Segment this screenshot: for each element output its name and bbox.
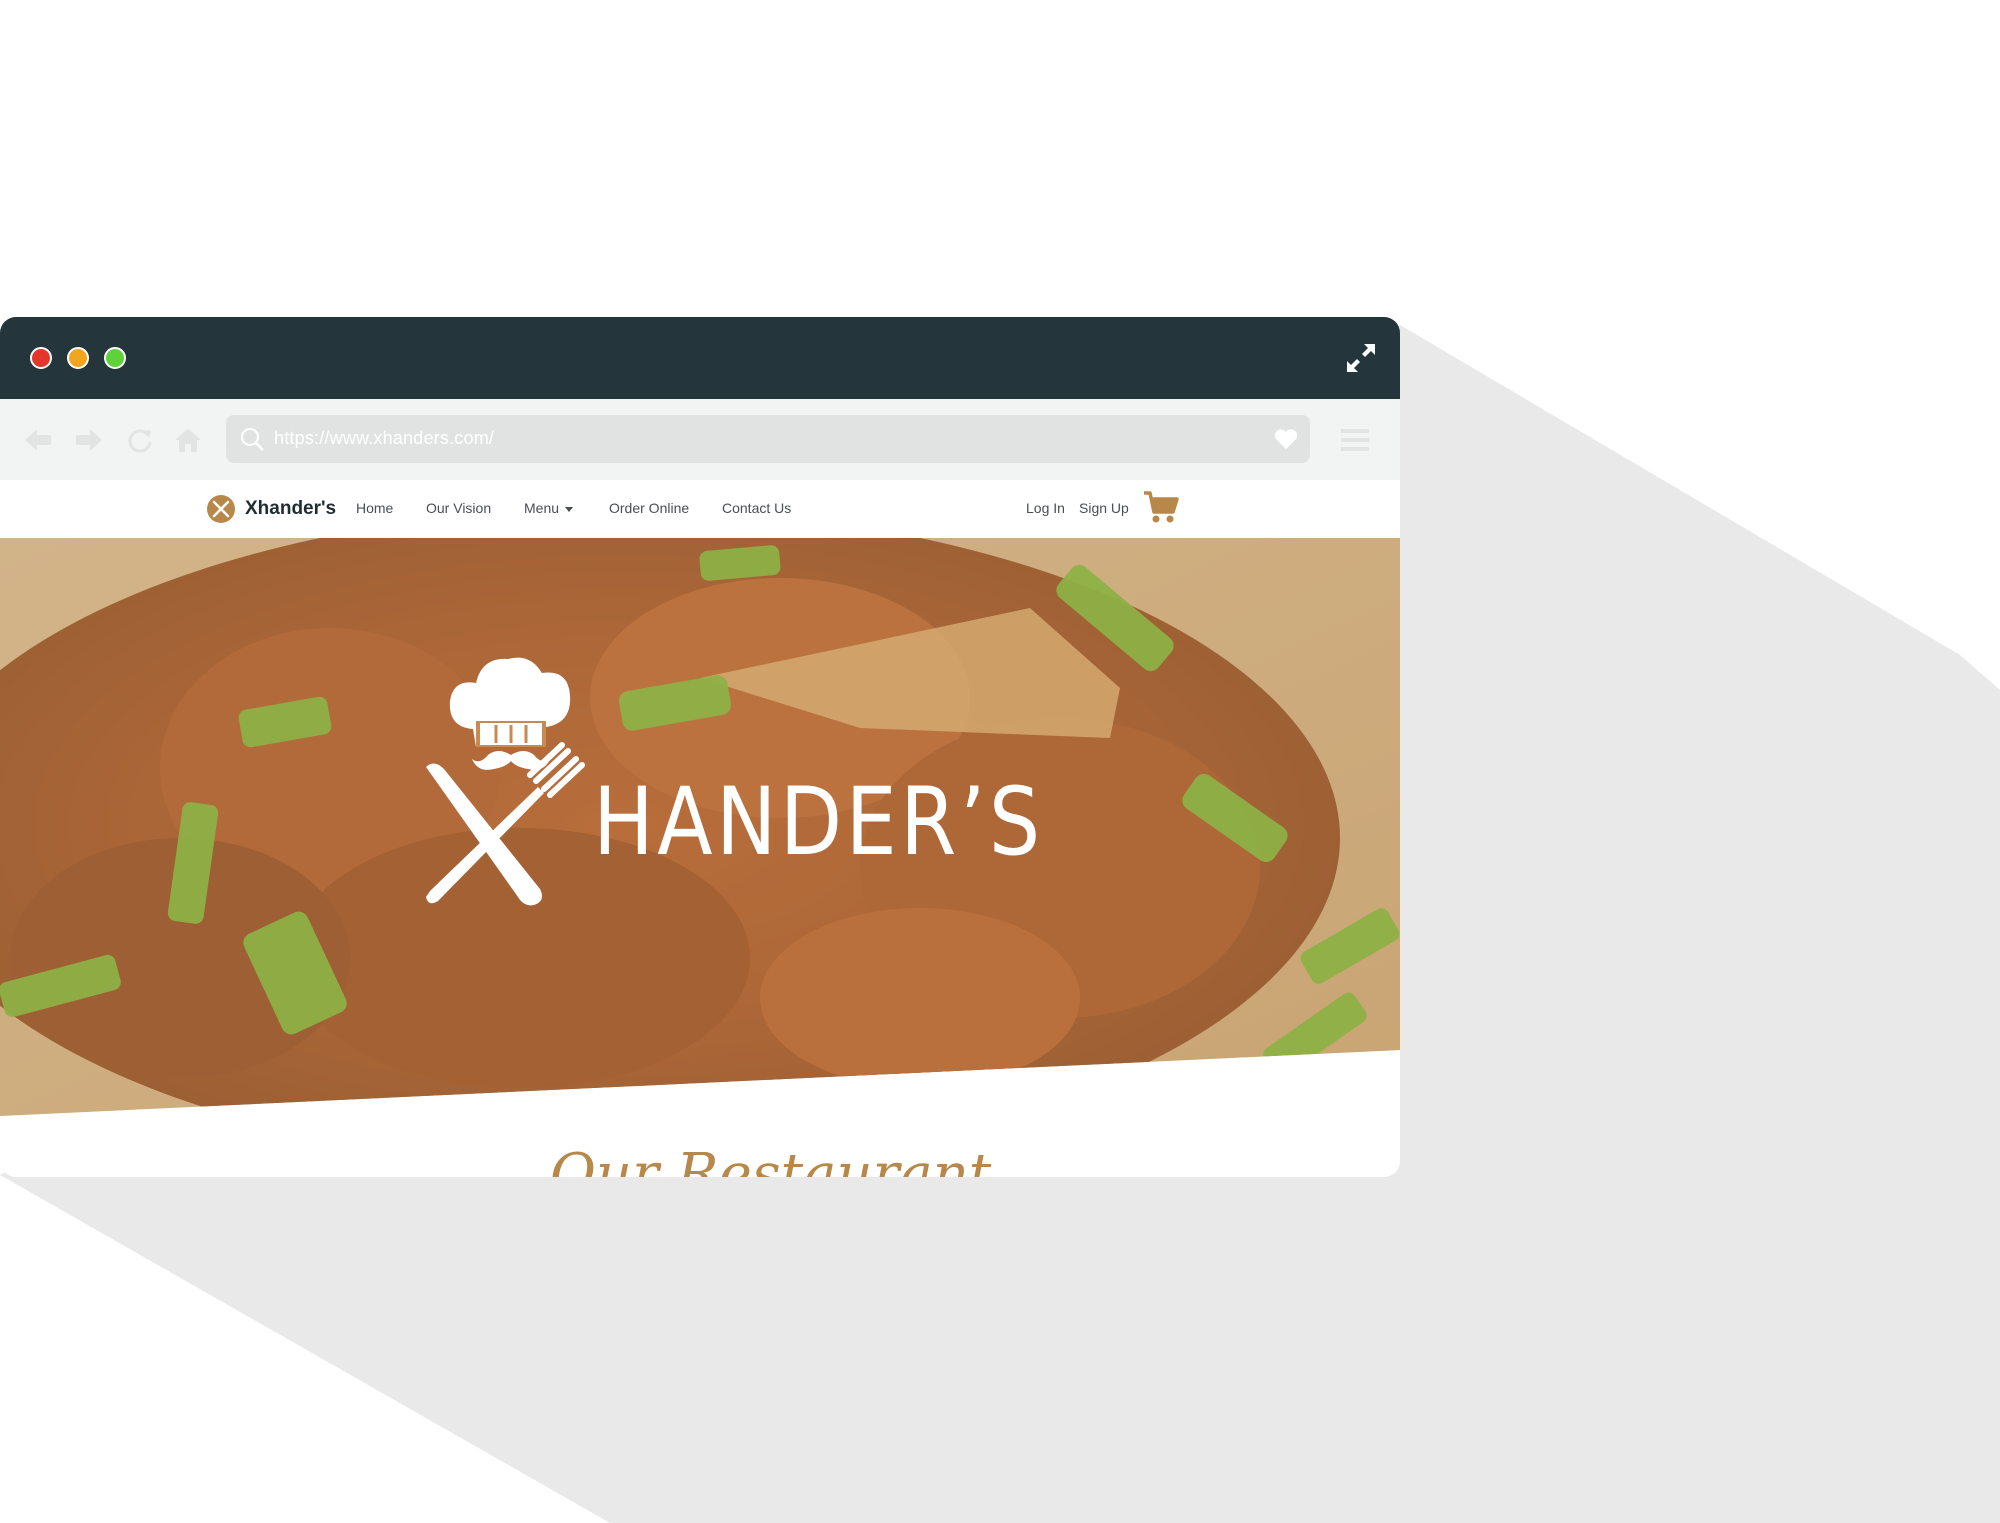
- nav-our-vision[interactable]: Our Vision: [426, 500, 491, 516]
- back-arrow-icon[interactable]: [24, 427, 52, 453]
- forward-arrow-icon[interactable]: [75, 427, 103, 453]
- hero-logo-emblem: [426, 657, 585, 906]
- login-link[interactable]: Log In: [1026, 500, 1065, 516]
- browser-window: https://www.xhanders.com/ Xhander's Home…: [0, 317, 1400, 1177]
- home-icon[interactable]: [174, 427, 202, 453]
- site-navbar: Xhander's Home Our Vision Menu Order Onl…: [0, 480, 1400, 538]
- caret-down-icon: [565, 506, 574, 512]
- nav-menu-dropdown[interactable]: Menu: [524, 500, 574, 516]
- signup-link[interactable]: Sign Up: [1079, 500, 1129, 516]
- title-bar: [0, 317, 1400, 399]
- nav-contact-us[interactable]: Contact Us: [722, 500, 791, 516]
- nav-menu-label: Menu: [524, 500, 560, 516]
- brand-logo-icon: [207, 495, 235, 523]
- brand-name: Xhander's: [245, 498, 337, 519]
- expand-icon[interactable]: [1344, 341, 1378, 375]
- reload-icon[interactable]: [126, 427, 154, 453]
- hero-brand-title: HANDER’S: [593, 768, 1044, 877]
- menu-icon[interactable]: [1341, 428, 1369, 452]
- hero-banner: HANDER’S Our Restaurant: [0, 538, 1400, 1177]
- maximize-window-button[interactable]: [104, 347, 126, 369]
- close-window-button[interactable]: [30, 347, 52, 369]
- search-icon: [241, 428, 264, 451]
- minimize-window-button[interactable]: [67, 347, 89, 369]
- url-text: https://www.xhanders.com/: [274, 428, 495, 448]
- brand-link[interactable]: Xhander's: [206, 492, 336, 526]
- cart-icon[interactable]: [1143, 490, 1179, 524]
- address-bar[interactable]: https://www.xhanders.com/: [226, 415, 1310, 463]
- heart-icon[interactable]: [1274, 428, 1298, 450]
- browser-toolbar: https://www.xhanders.com/: [0, 399, 1400, 480]
- nav-home[interactable]: Home: [356, 500, 393, 516]
- section-heading: Our Restaurant: [550, 1142, 992, 1177]
- nav-order-online[interactable]: Order Online: [609, 500, 689, 516]
